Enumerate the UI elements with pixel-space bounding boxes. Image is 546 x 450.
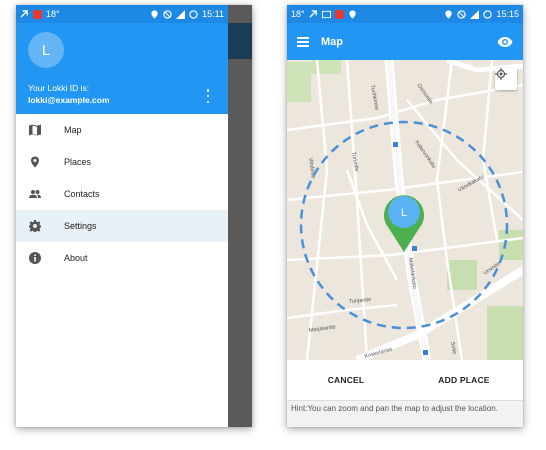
do-not-disturb-icon — [457, 9, 467, 19]
drawer-item-map[interactable]: Map — [16, 114, 228, 146]
map-canvas: Tuohirinne Osmontie Kalervonkatu Vihdint… — [287, 60, 523, 360]
drawer-item-about[interactable]: About — [16, 242, 228, 274]
place-pin-icon — [31, 156, 39, 168]
status-time: 15:11 — [202, 9, 224, 19]
lokki-id-label: Your Lokki ID is: — [28, 83, 90, 93]
image-icon — [321, 10, 331, 18]
drawer-menu: Map Places Contacts Settings About — [16, 114, 228, 274]
status-time: 15:15 — [496, 9, 519, 19]
location-icon — [445, 9, 453, 19]
drawer-header: 18° 15:11 L Your Lokki ID is: lokki@exam… — [16, 5, 228, 114]
my-location-button[interactable] — [495, 68, 517, 90]
location-icon — [151, 9, 158, 19]
status-bar: 18° 15:11 — [16, 5, 228, 23]
street-label: Ursintie — [483, 261, 502, 277]
map-view[interactable]: Tuohirinne Osmontie Kalervonkatu Vihdint… — [287, 60, 523, 360]
user-email: lokki@example.com — [28, 95, 110, 105]
temperature-text: 18° — [291, 9, 305, 19]
battery-icon — [483, 9, 493, 19]
street-label: Marjatantie — [308, 324, 336, 334]
status-bar: 18° 15:15 — [287, 5, 523, 23]
arrow-icon — [309, 9, 317, 18]
info-icon — [29, 252, 41, 264]
location-icon — [348, 9, 356, 19]
drawer-item-label: About — [64, 253, 88, 263]
crosshair-icon — [495, 68, 507, 80]
drawer-item-contacts[interactable]: Contacts — [16, 178, 228, 210]
navigation-drawer: 18° 15:11 L Your Lokki ID is: lokki@exam… — [16, 5, 228, 427]
app-bar: Map — [287, 23, 523, 60]
visibility-icon[interactable] — [497, 34, 513, 50]
add-place-screen: 18° 15:15 Map Tuohirinne Osmontie Kalerv… — [287, 5, 523, 427]
street-label: Osmontie — [415, 83, 433, 106]
navigation-drawer-screen: 18° 15:11 L Your Lokki ID is: lokki@exam… — [16, 5, 252, 427]
more-options-icon[interactable] — [206, 89, 210, 103]
street-label: Kalervonkatu — [413, 140, 436, 170]
drawer-item-settings[interactable]: Settings — [16, 210, 228, 242]
cancel-button[interactable]: CANCEL — [287, 375, 405, 385]
menu-icon[interactable] — [297, 36, 309, 47]
street-label: Turuntie — [350, 151, 359, 172]
drawer-item-label: Places — [64, 157, 92, 167]
street-label: Tunjantie — [349, 297, 372, 305]
add-place-button[interactable]: ADD PLACE — [405, 375, 523, 385]
street-label: Vihdintie — [307, 157, 316, 179]
signal-icon — [176, 9, 186, 19]
gear-icon — [29, 220, 41, 232]
marker-letter: L — [401, 207, 407, 219]
battery-icon — [189, 9, 198, 19]
page-title: Map — [321, 35, 343, 48]
street-label: Sofie — [449, 341, 457, 354]
map-icon — [29, 124, 41, 136]
place-marker-icon[interactable]: L — [384, 195, 424, 252]
drawer-item-label: Settings — [64, 221, 97, 231]
signal-icon — [470, 9, 480, 19]
street-label: Tuohirinne — [369, 84, 379, 110]
notification-icon — [33, 9, 42, 19]
people-icon — [29, 190, 41, 198]
notification-icon — [334, 9, 344, 19]
street-label: Vänrikäkatu — [457, 174, 485, 194]
drawer-item-label: Map — [64, 125, 82, 135]
hint-text: Hint:You can zoom and pan the map to adj… — [287, 400, 523, 427]
temperature-text: 18° — [46, 9, 60, 19]
avatar[interactable]: L — [28, 32, 64, 68]
do-not-disturb-icon — [163, 9, 172, 19]
drawer-item-label: Contacts — [64, 189, 100, 199]
arrow-icon — [20, 9, 28, 18]
dialog-actions: CANCEL ADD PLACE — [287, 360, 523, 400]
drawer-item-places[interactable]: Places — [16, 146, 228, 178]
